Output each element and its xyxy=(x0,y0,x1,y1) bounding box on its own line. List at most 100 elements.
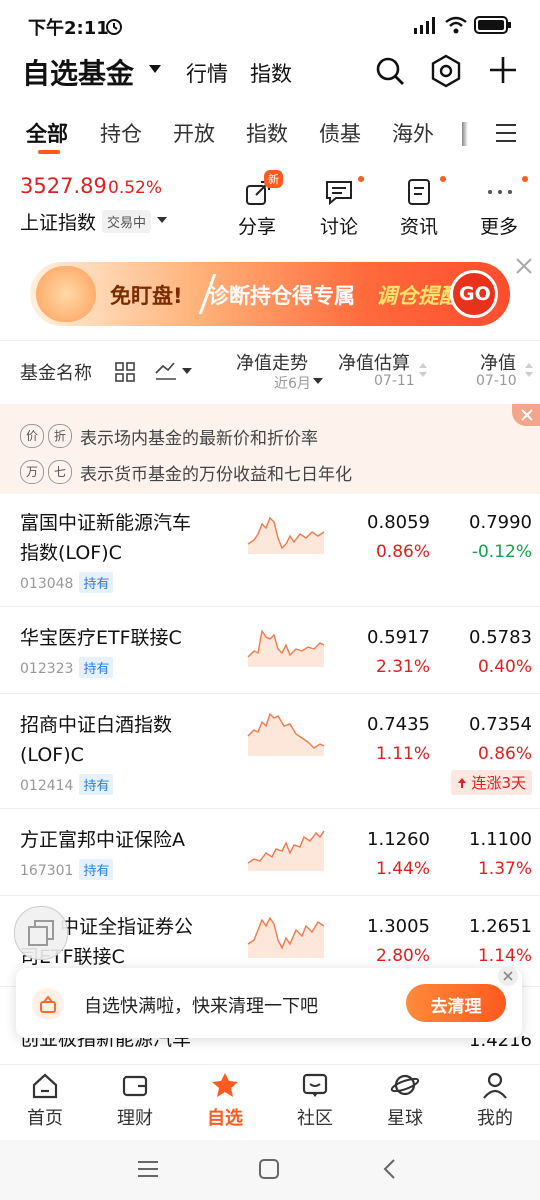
new-badge: 新 xyxy=(264,170,283,188)
notice-line-2: 表示货币基金的万份收益和七日年化 xyxy=(80,465,352,485)
chat-icon xyxy=(326,181,352,206)
tab-bond[interactable]: 债基 xyxy=(319,118,361,148)
index-name[interactable]: 上证指数 xyxy=(20,208,96,235)
close-notice-button[interactable] xyxy=(512,404,540,426)
tab-holding[interactable]: 持仓 xyxy=(100,118,142,148)
estimate-change: 2.80% xyxy=(375,946,430,966)
promo-banner[interactable]: 免盯盘! 诊断持仓得专属 调仓提醒 GO xyxy=(30,262,510,326)
fund-row-partial[interactable]: 创业板指新能源汽车 1.4216 xyxy=(0,1036,540,1064)
nav-value: 1.1100 xyxy=(469,829,532,850)
holding-badge: 持有 xyxy=(79,572,114,593)
banner-text-3: 调仓提醒 xyxy=(376,284,460,308)
search-icon[interactable] xyxy=(374,55,406,87)
title-bar: 自选基金 行情 指数 xyxy=(0,50,540,92)
sort-icon[interactable] xyxy=(418,361,428,379)
nav-home[interactable]: 首页 xyxy=(10,1071,80,1130)
fund-name-line-1: 方正富邦中证保险A xyxy=(20,829,185,851)
banner-text-1: 免盯盘! xyxy=(110,284,183,308)
trend-toggle-icon[interactable] xyxy=(154,359,194,383)
fund-row[interactable]: 招商中证白酒指数 (LOF)C 012414 持有 0.7435 1.11% 0.… xyxy=(0,694,540,809)
go-button[interactable]: GO xyxy=(450,270,498,318)
signal-icon xyxy=(414,17,435,34)
sort-icon[interactable] xyxy=(524,361,534,379)
estimate-value: 0.8059 xyxy=(367,512,430,533)
trend-sparkline xyxy=(247,830,325,871)
estimate-change: 0.86% xyxy=(375,542,430,562)
back-icon[interactable] xyxy=(382,1158,398,1180)
notice-line-1: 表示场内基金的最新价和折价率 xyxy=(80,429,318,449)
alarm-icon xyxy=(106,19,122,35)
close-toast-button[interactable] xyxy=(498,966,518,986)
nav-finance[interactable]: 理财 xyxy=(100,1071,170,1130)
fund-code: 012323 持有 xyxy=(20,657,114,678)
col-trend: 净值走势 xyxy=(236,353,308,374)
window-icon xyxy=(28,920,54,946)
settings-icon[interactable] xyxy=(430,54,462,88)
tab-index[interactable]: 指数 xyxy=(246,118,288,148)
wan-tag: 万 xyxy=(20,460,44,484)
tab-open[interactable]: 开放 xyxy=(173,118,215,148)
holding-badge: 持有 xyxy=(79,859,114,880)
index-state-badge: 交易中 xyxy=(102,210,152,233)
news-button[interactable]: 资讯 xyxy=(398,170,446,240)
fund-row[interactable]: 方正富邦中证保险A 167301 持有 1.1260 1.44% 1.1100 1… xyxy=(0,809,540,896)
fund-name-line-2: 指数(LOF)C xyxy=(20,542,122,564)
nav-planet[interactable]: 星球 xyxy=(370,1071,440,1130)
recent-apps-icon[interactable] xyxy=(136,1158,160,1180)
col-nav[interactable]: 净值 xyxy=(480,349,516,375)
link-index[interactable]: 指数 xyxy=(250,58,292,88)
tab-all[interactable]: 全部 xyxy=(26,118,68,148)
fund-name-line-1: 招商中证白酒指数 xyxy=(20,714,173,736)
column-header: 基金名称 净值走势 近6月 净值估算 07-11 净值 07-10 xyxy=(0,340,540,403)
page-title[interactable]: 自选基金 xyxy=(22,52,134,92)
link-market[interactable]: 行情 xyxy=(186,58,228,88)
add-icon[interactable] xyxy=(488,55,518,85)
floating-side-button[interactable] xyxy=(14,906,68,960)
grid-icon[interactable] xyxy=(114,361,136,383)
fund-row[interactable]: 华宝医疗ETF联接C 012323 持有 0.5917 2.31% 0.5783 … xyxy=(0,607,540,694)
basket-icon xyxy=(32,988,64,1020)
caret-down-icon[interactable] xyxy=(148,64,162,74)
battery-icon xyxy=(474,16,511,34)
share-label: 分享 xyxy=(238,216,277,238)
caret-down-icon[interactable] xyxy=(156,216,168,224)
tab-overseas[interactable]: 海外 xyxy=(392,118,434,148)
news-icon xyxy=(408,179,430,205)
caret-down-icon[interactable] xyxy=(312,377,324,385)
nav-watchlist[interactable]: 自选 xyxy=(190,1071,260,1130)
discuss-label: 讨论 xyxy=(320,216,359,238)
nav-change: 0.40% xyxy=(477,657,532,677)
estimate-change: 1.44% xyxy=(375,859,430,879)
col-nav-date: 07-10 xyxy=(476,373,517,389)
home-button-icon[interactable] xyxy=(258,1158,280,1180)
nav-value: 0.7990 xyxy=(469,512,532,533)
notification-dot xyxy=(358,176,364,182)
nav-community[interactable]: 社区 xyxy=(280,1071,350,1130)
star-icon xyxy=(212,1073,238,1097)
estimate-change: 2.31% xyxy=(375,657,430,677)
system-nav-bar xyxy=(0,1140,540,1200)
more-button[interactable]: 更多 xyxy=(478,170,528,240)
price-tag: 价 xyxy=(20,424,44,448)
cleanup-button[interactable]: 去清理 xyxy=(406,984,506,1022)
discuss-button[interactable]: 讨论 xyxy=(318,170,364,240)
trend-sparkline xyxy=(247,629,325,667)
fund-name-line-1: 中证全指证券公 xyxy=(60,916,194,938)
nav-me[interactable]: 我的 xyxy=(460,1071,530,1130)
share-button[interactable]: 新 分享 xyxy=(236,170,283,240)
close-icon xyxy=(503,971,513,981)
trend-sparkline xyxy=(247,516,325,554)
col-estimate[interactable]: 净值估算 xyxy=(338,349,410,375)
fund-row[interactable]: 富国中证新能源汽车 指数(LOF)C 013048 持有 0.8059 0.86%… xyxy=(0,494,540,607)
trend-sparkline xyxy=(247,712,325,756)
active-tab-indicator xyxy=(38,150,60,154)
estimate-change: 1.11% xyxy=(375,744,430,764)
col-estimate-date: 07-11 xyxy=(374,373,415,389)
trend-sparkline xyxy=(247,916,325,958)
home-icon xyxy=(32,1073,58,1099)
estimate-value: 1.3005 xyxy=(367,916,430,937)
coin-bag-icon xyxy=(36,266,96,322)
close-banner-icon[interactable] xyxy=(514,256,534,276)
menu-icon[interactable] xyxy=(494,122,518,144)
tab-overflow-fade xyxy=(462,122,468,146)
